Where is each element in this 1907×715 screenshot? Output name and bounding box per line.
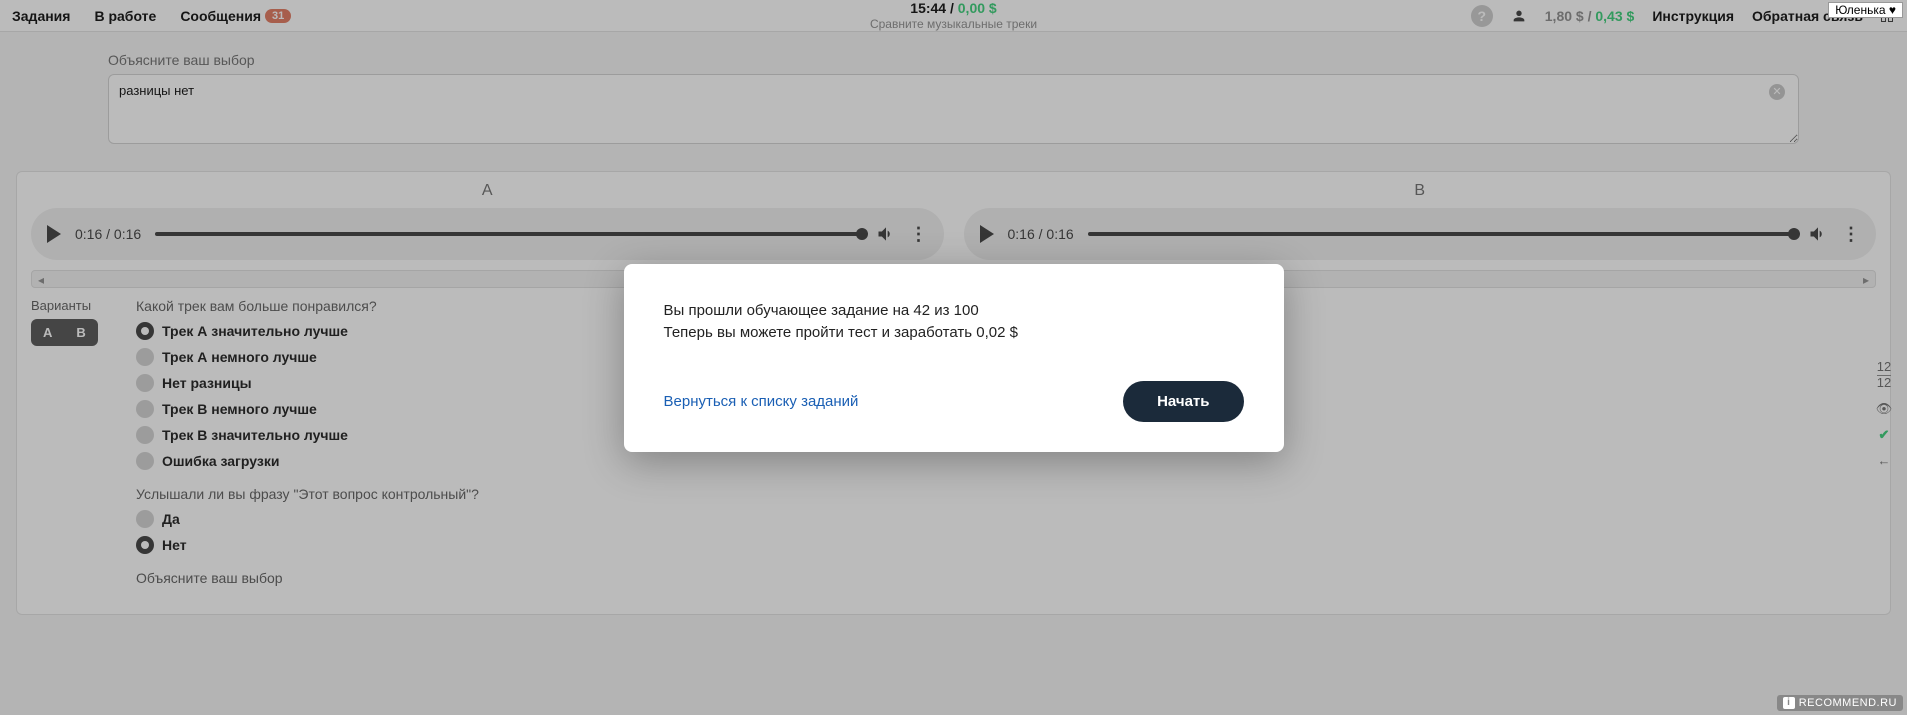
modal-back-link[interactable]: Вернуться к списку заданий	[664, 393, 859, 410]
modal-overlay: Вы прошли обучающее задание на 42 из 100…	[0, 0, 1907, 715]
username-badge: Юленька ♥	[1828, 2, 1903, 18]
modal-start-button[interactable]: Начать	[1123, 381, 1243, 422]
training-result-modal: Вы прошли обучающее задание на 42 из 100…	[624, 264, 1284, 452]
modal-line1: Вы прошли обучающее задание на 42 из 100	[664, 300, 1244, 323]
watermark: iRECOMMEND.RU	[1777, 695, 1903, 711]
modal-line2: Теперь вы можете пройти тест и заработат…	[664, 322, 1244, 345]
